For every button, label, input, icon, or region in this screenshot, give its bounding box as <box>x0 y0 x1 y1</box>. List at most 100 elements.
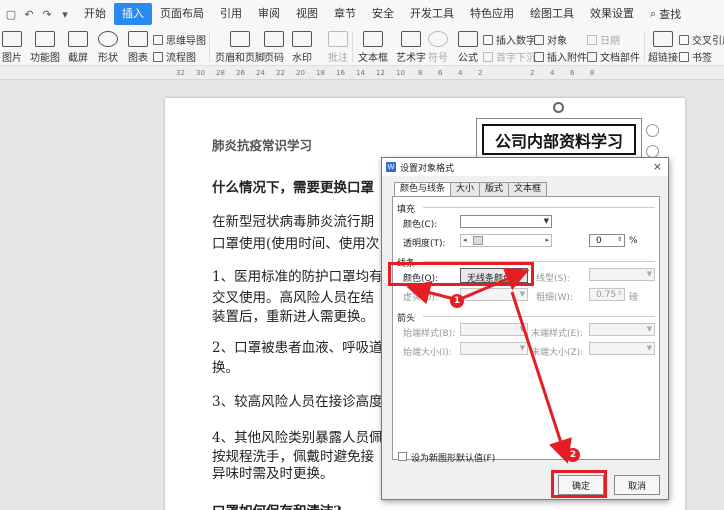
step-badge-2: 2 <box>566 448 580 462</box>
function-chart-button[interactable]: 功能图 <box>30 31 60 64</box>
close-icon[interactable]: × <box>653 160 662 173</box>
ruler-tick: 12 <box>376 69 385 77</box>
drop-cap-button[interactable]: 首字下沉 <box>483 49 536 64</box>
header-footer-icon <box>230 31 250 47</box>
dialog-tab-panel: 填充 颜色(C): ▼ 透明度(T): ◂ ▸ 0 ⇕ % 线条 颜色(O): … <box>392 196 660 464</box>
ribbon-divider <box>209 32 210 62</box>
ruler-tick: 10 <box>396 69 405 77</box>
pi-icon <box>458 31 478 47</box>
quick-access-toolbar: ▢ ↶ ↷ ▾ <box>0 8 76 21</box>
ruler-tick: 14 <box>356 69 365 77</box>
number-icon <box>483 34 493 45</box>
textbox-button[interactable]: 文本框 <box>358 31 388 64</box>
transparency-input[interactable]: 0 ⇕ <box>589 234 625 247</box>
paragraph-line: 装置后，重新进人需更换。 <box>212 309 374 325</box>
tab-special-apps[interactable]: 特色应用 <box>462 3 522 25</box>
dash-label: 虚实(D): <box>403 293 438 303</box>
dash-dropdown[interactable]: ▼ <box>460 288 528 301</box>
transparency-label: 透明度(T): <box>403 239 446 249</box>
tab-textbox[interactable]: 文本框 <box>508 182 548 196</box>
hyperlink-button[interactable]: 超链接 <box>648 31 678 64</box>
insert-attachment-button[interactable]: 插入附件 <box>534 49 587 64</box>
tab-effects[interactable]: 效果设置 <box>582 3 642 25</box>
tab-insert[interactable]: 插入 <box>114 3 152 25</box>
tab-layout[interactable]: 版式 <box>479 182 510 196</box>
transparency-slider[interactable]: ◂ ▸ <box>460 234 552 247</box>
tab-size[interactable]: 大小 <box>450 182 481 196</box>
document-parts-button[interactable]: 文档部件 <box>587 49 640 64</box>
begin-style-dropdown[interactable]: ▼ <box>460 323 528 336</box>
watermark-icon <box>292 31 312 47</box>
picture-button[interactable]: 图片 <box>2 31 22 64</box>
chart-button[interactable]: 图表 <box>128 31 148 64</box>
set-default-checkbox[interactable] <box>398 452 407 461</box>
undo-icon[interactable]: ↶ <box>22 8 36 21</box>
end-size-label: 末端大小(Z): <box>531 348 584 358</box>
ruler-tick: 4 <box>458 69 463 77</box>
insert-number-button[interactable]: 插入数字 <box>483 32 536 47</box>
bookmark-button[interactable]: 书签 <box>679 49 712 64</box>
flowchart-button[interactable]: 流程图 <box>153 49 196 64</box>
paragraph-line: 3、较高风险人员在接诊高度 <box>212 394 382 410</box>
wordart-button[interactable]: 艺术字 <box>396 31 426 64</box>
tab-home[interactable]: 开始 <box>76 3 114 25</box>
cancel-button[interactable]: 取消 <box>614 475 660 495</box>
ruler-tick: 6 <box>438 69 443 77</box>
shape-icon <box>98 31 118 47</box>
tab-security[interactable]: 安全 <box>364 3 402 25</box>
weight-input[interactable]: 0.75 ⇕ <box>589 288 625 301</box>
print-icon[interactable]: ▢ <box>4 8 18 21</box>
tab-references[interactable]: 引用 <box>212 3 250 25</box>
search-box[interactable]: ⌕ 查找 <box>642 6 681 22</box>
mindmap-button[interactable]: 思维导图 <box>153 32 206 47</box>
document-textbox[interactable]: 公司内部资料学习 <box>482 124 636 155</box>
rotate-handle[interactable] <box>553 102 564 113</box>
formula-button[interactable]: 公式 <box>458 31 478 64</box>
screenshot-button[interactable]: 截屏 <box>68 31 88 64</box>
line-style-label: 线型(S): <box>536 274 570 284</box>
chevron-down-icon: ▼ <box>519 344 525 352</box>
spinner-icon[interactable]: ⇕ <box>617 236 622 243</box>
ruler-tick: 26 <box>236 69 245 77</box>
spinner-icon[interactable]: ⇕ <box>617 290 622 297</box>
header-footer-button[interactable]: 页眉和页脚 <box>215 31 265 64</box>
shape-button[interactable]: 形状 <box>98 31 118 64</box>
tab-review[interactable]: 审阅 <box>250 3 288 25</box>
layout-options-icon[interactable] <box>646 124 659 137</box>
paragraph-line: 4、其他风险类别暴露人员佩 <box>212 430 382 446</box>
begin-size-dropdown[interactable]: ▼ <box>460 342 528 355</box>
percent-label: % <box>629 236 638 246</box>
line-style-dropdown[interactable]: ▼ <box>589 268 655 281</box>
slider-thumb[interactable] <box>473 236 483 245</box>
tab-developer[interactable]: 开发工具 <box>402 3 462 25</box>
ruler-tick: 22 <box>276 69 285 77</box>
comment-button[interactable]: 批注 <box>328 31 348 64</box>
begin-style-label: 始端样式(B): <box>403 329 456 339</box>
symbol-button[interactable]: 符号 <box>428 31 448 64</box>
end-size-dropdown[interactable]: ▼ <box>589 342 655 355</box>
tab-page-layout[interactable]: 页面布局 <box>152 3 212 25</box>
page-number-button[interactable]: 页码 <box>264 31 284 64</box>
redo-icon[interactable]: ↷ <box>40 8 54 21</box>
ruler-tick: 18 <box>316 69 325 77</box>
date-button[interactable]: 日期 <box>587 32 620 47</box>
watermark-button[interactable]: 水印 <box>292 31 312 64</box>
search-label: 查找 <box>659 8 682 21</box>
horizontal-ruler[interactable]: 32 30 28 26 24 22 20 18 16 14 12 10 8 6 … <box>0 66 724 80</box>
tab-colors-lines[interactable]: 颜色与线条 <box>394 182 452 197</box>
end-style-dropdown[interactable]: ▼ <box>589 323 655 336</box>
fill-color-dropdown[interactable]: ▼ <box>460 215 552 228</box>
dialog-titlebar[interactable]: W 设置对象格式 <box>382 158 668 176</box>
end-style-label: 末端样式(E): <box>531 329 583 339</box>
chevron-down-icon: ▼ <box>646 344 652 352</box>
cross-reference-button[interactable]: 交叉引用 <box>679 32 724 47</box>
tab-view[interactable]: 视图 <box>288 3 326 25</box>
highlight-ok-button <box>551 470 607 498</box>
customize-icon[interactable]: ▾ <box>58 8 72 21</box>
fill-color-label: 颜色(C): <box>403 220 438 230</box>
tab-section[interactable]: 章节 <box>326 3 364 25</box>
weight-label: 粗细(W): <box>536 293 573 303</box>
object-button[interactable]: 对象 <box>534 32 567 47</box>
paragraph-line: 在新型冠状病毒肺炎流行期 <box>212 214 374 230</box>
tab-drawing-tools[interactable]: 绘图工具 <box>522 3 582 25</box>
